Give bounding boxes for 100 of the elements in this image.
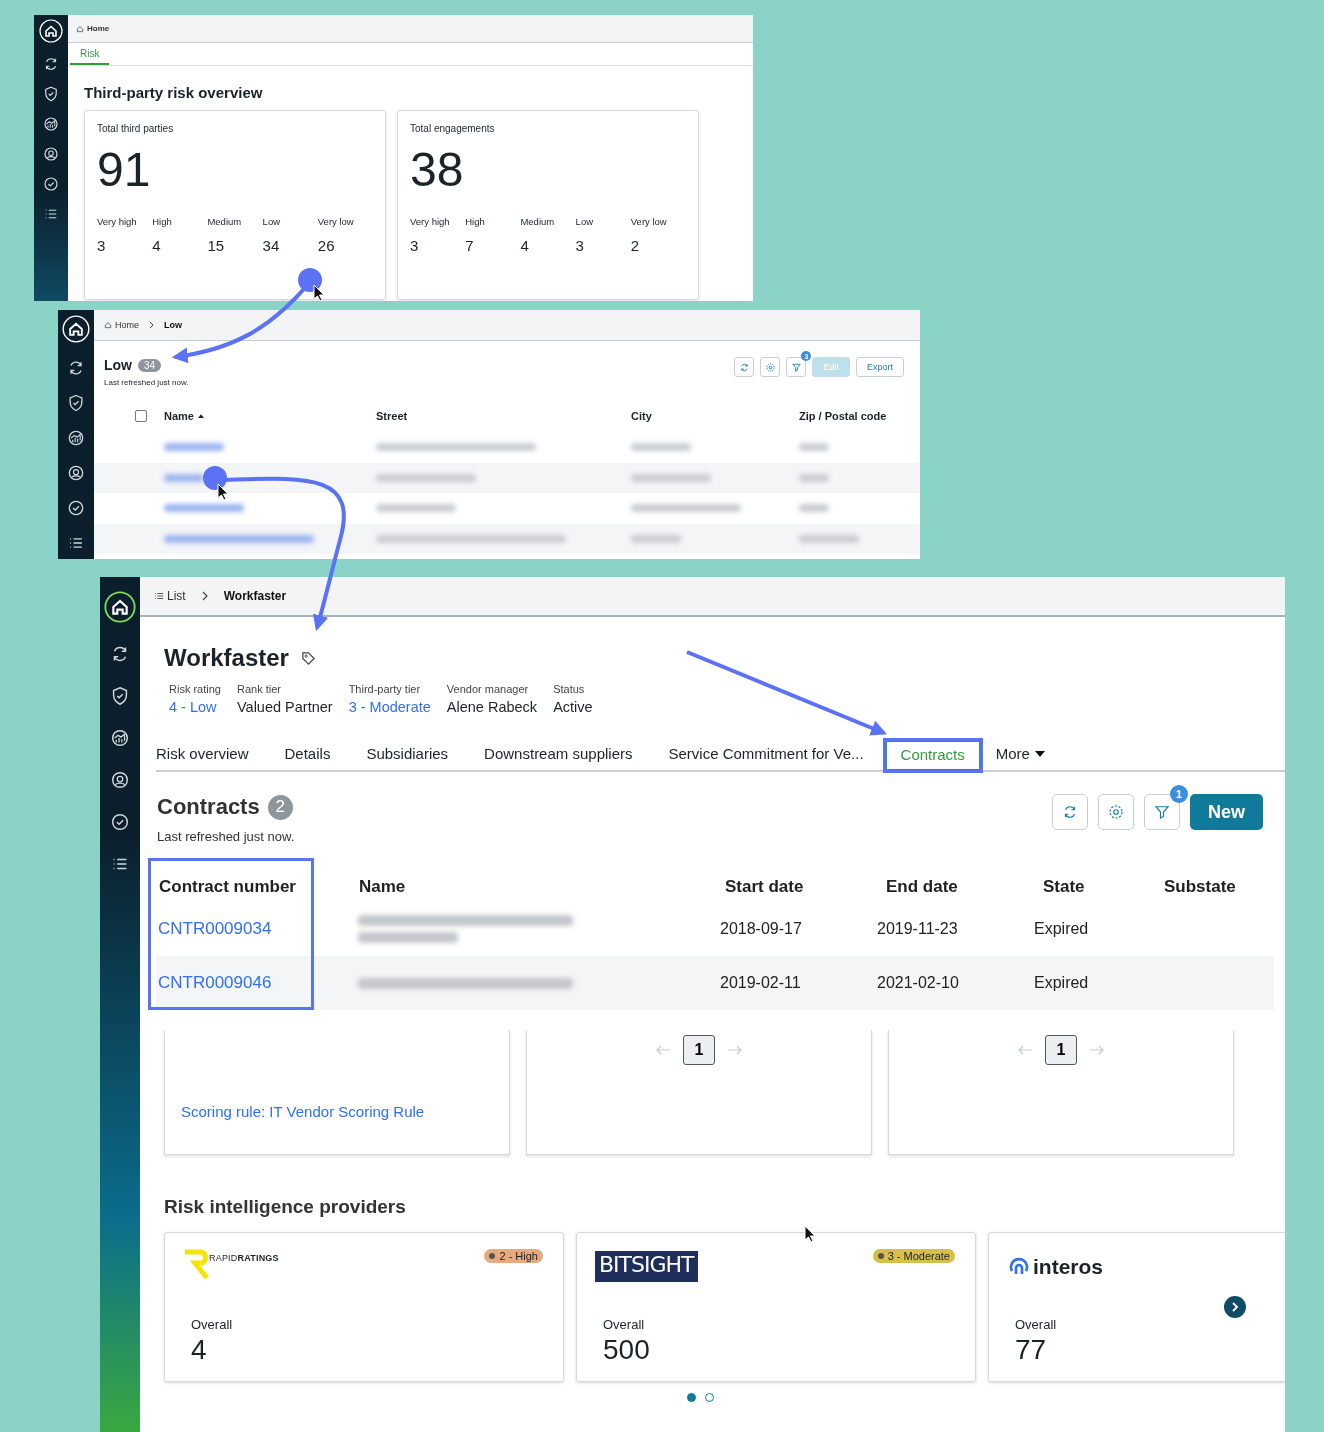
column-header[interactable]: Zip / Postal code [799, 410, 919, 422]
page-dot[interactable] [687, 1393, 696, 1402]
blurred-text [164, 443, 224, 452]
home-icon [104, 321, 112, 329]
section-title: Contracts [157, 794, 260, 820]
tab[interactable]: Subsidiaries [348, 745, 467, 770]
provider-logo: RAPIDRATINGS [209, 1253, 279, 1263]
risk-level-count[interactable]: 15 [207, 237, 263, 254]
table-cell-text: Expired [1034, 920, 1090, 938]
risk-level-label: Very low [317, 216, 355, 227]
chevron-icon [149, 321, 154, 329]
refresh-status: Last refreshed just now. [157, 829, 295, 844]
new-button[interactable]: New [1190, 794, 1263, 830]
count-badge: 2 [267, 794, 293, 820]
provider-logo: interos [1033, 1255, 1103, 1279]
field-label: Third-party tier [348, 683, 422, 695]
check-icon[interactable] [42, 175, 60, 193]
cursor-icon [804, 1225, 816, 1243]
rating-badge: 2 - High [484, 1249, 543, 1263]
risk-level-count[interactable]: 4 [520, 237, 576, 254]
tab[interactable]: Details [266, 745, 349, 770]
contract-link[interactable]: CNTR0009046 [158, 973, 272, 992]
field-label: Vendor manager [446, 683, 530, 695]
chevron-icon [1230, 1302, 1240, 1312]
next-button[interactable] [1224, 1296, 1246, 1318]
total-count: 91 [97, 146, 152, 194]
risk-level-count[interactable]: 3 [575, 237, 631, 254]
scoring-rule-link[interactable]: Scoring rule: IT Vendor Scoring Rule [181, 1103, 509, 1120]
column-header[interactable]: Name [359, 877, 721, 897]
home-icon[interactable] [104, 591, 136, 623]
tab[interactable]: Risk [70, 43, 110, 65]
gear-icon [764, 361, 776, 373]
breadcrumb-link[interactable]: Workfaster [223, 589, 287, 603]
section-title: Risk intelligence providers [164, 1196, 407, 1218]
risk-level-count[interactable]: 34 [262, 237, 318, 254]
list-icon [154, 591, 164, 601]
breadcrumb-link[interactable]: Home [104, 320, 139, 330]
check-icon[interactable] [109, 811, 131, 833]
blurred-text [631, 443, 691, 452]
breadcrumb-link[interactable]: List [154, 589, 186, 603]
score-label: Overall [1015, 1317, 1058, 1332]
column-header[interactable]: Street [376, 410, 631, 422]
page-button[interactable]: 1 [683, 1035, 715, 1065]
more-tab[interactable]: More [979, 745, 1063, 770]
risk-level-count[interactable]: 26 [317, 237, 373, 254]
field-label: Risk rating [169, 683, 221, 695]
blurred-text [799, 443, 829, 452]
column-header[interactable]: Start date [721, 877, 882, 897]
field-value: Valued Partner [236, 699, 333, 715]
column-header[interactable]: Contract number [156, 877, 359, 897]
field-label: Rank tier [236, 683, 282, 695]
risk-level-count[interactable]: 4 [152, 237, 208, 254]
blurred-text [799, 473, 829, 482]
tag-icon[interactable] [300, 650, 316, 666]
refresh-button[interactable] [1052, 794, 1088, 830]
provider-card[interactable]: RAPIDRATINGS 2 - High Overall 4 [164, 1232, 564, 1382]
risk-level-count[interactable]: 7 [465, 237, 521, 254]
column-header[interactable]: State [1043, 877, 1164, 897]
contract-link[interactable]: CNTR0009034 [158, 919, 272, 938]
check-icon[interactable] [66, 498, 86, 518]
page-button[interactable]: 1 [1045, 1035, 1077, 1065]
filter-button[interactable] [786, 357, 807, 377]
refresh-button[interactable] [734, 357, 755, 377]
provider-card[interactable]: BITSIGHT 3 - Moderate Overall 500 [576, 1232, 976, 1382]
chart-icon[interactable] [109, 727, 131, 749]
shield-icon[interactable] [42, 85, 60, 103]
toolbar-button[interactable]: Export [856, 357, 904, 377]
column-header[interactable]: Name [164, 410, 376, 422]
risk-level-count[interactable]: 3 [97, 237, 153, 254]
field-link[interactable]: 4 - Low [169, 699, 221, 715]
sort-icon [197, 414, 204, 418]
list-title: Low [104, 357, 132, 373]
column-header[interactable]: End date [882, 877, 1043, 897]
provider-logo: BITSIGHT [595, 1251, 698, 1282]
score-value: 77 [1015, 1334, 1048, 1366]
tab[interactable]: Risk overview [156, 745, 267, 770]
risk-level-label: Very low [630, 216, 668, 227]
risk-level-label: Very high [97, 216, 138, 227]
chart-icon[interactable] [66, 428, 86, 448]
tab[interactable]: Downstream suppliers [466, 745, 651, 770]
score-value: 4 [191, 1334, 208, 1366]
field-value: Active [553, 699, 593, 715]
tab[interactable]: Contracts [885, 741, 980, 770]
gear-icon [1107, 803, 1125, 821]
count-badge: 34 [138, 358, 162, 372]
select-all-checkbox[interactable] [135, 410, 147, 422]
chart-icon[interactable] [42, 115, 60, 133]
risk-level-count[interactable]: 2 [630, 237, 686, 254]
score-label: Overall [191, 1317, 234, 1332]
risk-level-label: Medium [520, 216, 556, 227]
tab[interactable]: Service Commitment for Ve... [650, 745, 882, 770]
home-icon [76, 24, 84, 33]
column-header[interactable]: Substate [1164, 877, 1264, 897]
column-header[interactable]: City [631, 410, 799, 422]
breadcrumb-link[interactable]: Low [164, 320, 182, 330]
risk-level-count[interactable]: 3 [410, 237, 466, 254]
table-cell-text: 2018-09-17 [720, 920, 803, 938]
breadcrumb-link[interactable]: Home [76, 24, 110, 33]
blurred-text [631, 534, 681, 543]
field-link[interactable]: 3 - Moderate [348, 699, 431, 715]
